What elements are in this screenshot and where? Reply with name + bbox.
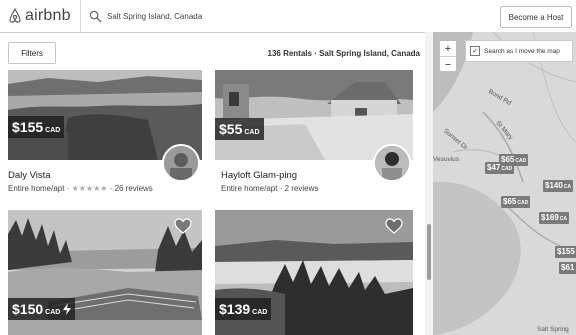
host-avatar[interactable] [373, 144, 411, 182]
listing-card[interactable]: $55 CAD Hayloft Glam-ping Entire home/ap… [215, 70, 413, 200]
search-as-move-label: Search as I move the map [484, 47, 560, 55]
listing-photo[interactable]: $150 CAD [8, 210, 202, 335]
listing-card[interactable]: $150 CAD [8, 210, 202, 335]
listings-scrollbar[interactable] [425, 32, 433, 335]
price-amount: $55 [219, 121, 243, 137]
price-tag: $55 CAD [215, 118, 264, 140]
map-price-pin[interactable]: $47CAD [485, 162, 515, 174]
map-price-pin[interactable]: $65CAD [501, 196, 531, 208]
search-input[interactable]: Salt Spring Island, Canada [107, 12, 202, 21]
price-currency: CAD [45, 127, 61, 134]
listing-type: Entire home/apt [8, 184, 65, 193]
price-tag: $150 CAD [8, 298, 76, 320]
listings-panel: $155 CAD Daly Vista Entire home/apt · ★★… [0, 70, 425, 335]
listing-title[interactable]: Hayloft Glam-ping [221, 170, 297, 181]
search-as-move-toggle[interactable]: ✓ Search as I move the map [465, 40, 573, 62]
rating-stars: ★★★★★ [71, 184, 108, 193]
heart-icon[interactable] [174, 218, 192, 234]
listing-card[interactable]: $139 CAD [215, 210, 413, 335]
instant-book-icon [63, 303, 72, 315]
map-price-pin[interactable]: $61 [559, 262, 576, 274]
price-amount: $155 [12, 119, 44, 135]
heart-icon[interactable] [385, 218, 403, 234]
map-place-label: Vesuvius [433, 156, 460, 163]
search-as-move-checkbox[interactable]: ✓ [470, 46, 480, 56]
airbnb-logo[interactable]: airbnb [8, 7, 71, 25]
listing-meta: Entire home/apt · ★★★★★ · 26 reviews [8, 184, 153, 193]
map-price-pin[interactable]: $169CA [539, 212, 570, 224]
price-currency: CAD [252, 309, 268, 316]
listing-photo[interactable]: $139 CAD [215, 210, 413, 335]
map-panel[interactable]: + − ✓ Search as I move the map Vesuvius … [433, 32, 576, 335]
host-avatar[interactable] [162, 144, 200, 182]
review-count: 2 reviews [284, 184, 319, 193]
airbnb-logo-icon [9, 8, 21, 23]
price-amount: $150 [12, 301, 44, 317]
listing-card[interactable]: $155 CAD Daly Vista Entire home/apt · ★★… [8, 70, 202, 200]
price-currency: CAD [45, 309, 61, 316]
top-navbar: airbnb Salt Spring Island, Canada Become… [0, 0, 576, 33]
scrollbar-thumb[interactable] [427, 224, 431, 280]
map-price-pin[interactable]: $140CA [543, 180, 574, 192]
location-search[interactable]: Salt Spring Island, Canada [80, 0, 481, 32]
zoom-in-button[interactable]: + [440, 41, 456, 57]
listing-type: Entire home/apt [221, 184, 278, 193]
review-count: 26 reviews [114, 184, 153, 193]
rental-count: 136 Rentals · Salt Spring Island, Canada [267, 49, 421, 58]
price-amount: $139 [219, 301, 251, 317]
zoom-controls: + − [439, 40, 457, 72]
become-a-host-button[interactable]: Become a Host [500, 6, 572, 28]
map-place-label: Salt Spring [537, 326, 569, 333]
listing-title[interactable]: Daly Vista [8, 170, 51, 181]
price-currency: CAD [244, 129, 260, 136]
price-tag: $155 CAD [8, 116, 65, 138]
listing-meta: Entire home/apt · 2 reviews [221, 184, 319, 193]
logo-text: airbnb [25, 7, 71, 24]
price-tag: $139 CAD [215, 298, 272, 320]
map-price-pin[interactable]: $155 [555, 246, 576, 258]
zoom-out-button[interactable]: − [440, 57, 456, 72]
search-icon [89, 10, 102, 23]
